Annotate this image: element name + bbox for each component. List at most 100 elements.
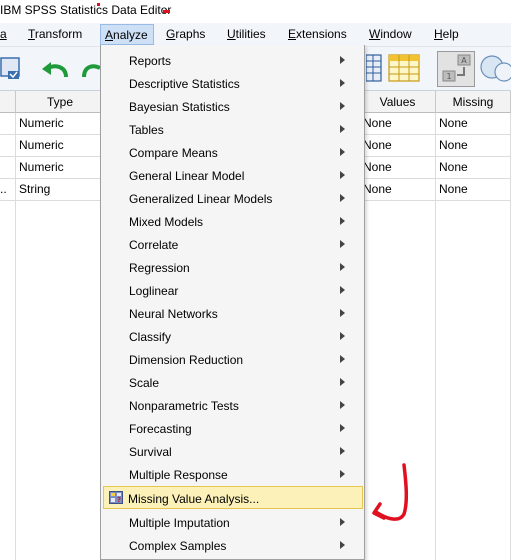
menu-item-nonparametric-tests[interactable]: Nonparametric Tests <box>103 394 363 417</box>
grid-icon[interactable] <box>365 53 382 86</box>
menu-item-label: Nonparametric Tests <box>129 399 239 413</box>
menu-item-label: General Linear Model <box>129 169 245 183</box>
menu-window[interactable]: Window <box>369 27 412 41</box>
redo-icon[interactable] <box>82 59 102 84</box>
menu-item-reports[interactable]: Reports <box>103 49 363 72</box>
svg-text:A: A <box>461 56 467 65</box>
menu-item-descriptive-statistics[interactable]: Descriptive Statistics <box>103 72 363 95</box>
missing-cell[interactable]: None <box>436 113 511 135</box>
analyze-dropdown-menu: Reports Descriptive Statistics Bayesian … <box>100 45 365 560</box>
menu-item-classify[interactable]: Classify <box>103 325 363 348</box>
submenu-arrow-icon <box>340 286 345 294</box>
submenu-arrow-icon <box>340 194 345 202</box>
values-cell[interactable]: None <box>360 113 436 135</box>
submenu-arrow-icon <box>340 263 345 271</box>
menu-item-label: Forecasting <box>129 422 192 436</box>
menu-extensions[interactable]: Extensions <box>288 27 347 41</box>
title-bar: IBM SPSS Statistics Data Editor <box>0 0 511 22</box>
data-editor-icon[interactable] <box>0 56 24 85</box>
menu-item-neural-networks[interactable]: Neural Networks <box>103 302 363 325</box>
menu-item-complex-samples[interactable]: Complex Samples <box>103 534 363 557</box>
circles-icon[interactable] <box>478 53 511 88</box>
values-cell[interactable]: None <box>360 157 436 179</box>
menu-item-loglinear[interactable]: Loglinear <box>103 279 363 302</box>
annotation-arrow-icon <box>372 463 409 521</box>
row-lead-cell[interactable] <box>0 157 16 179</box>
submenu-arrow-icon <box>340 56 345 64</box>
menu-item-general-linear-model[interactable]: General Linear Model <box>103 164 363 187</box>
menu-item-dimension-reduction[interactable]: Dimension Reduction <box>103 348 363 371</box>
menu-item-forecasting[interactable]: Forecasting <box>103 417 363 440</box>
submenu-arrow-icon <box>340 470 345 478</box>
menu-help[interactable]: Help <box>434 27 459 41</box>
values-cell[interactable]: None <box>360 179 436 201</box>
menu-item-label: Reports <box>129 54 172 68</box>
column-header-missing[interactable]: Missing <box>436 91 511 113</box>
row-lead-cell[interactable] <box>0 135 16 157</box>
menu-item-label: Multiple Response <box>129 468 228 482</box>
column-header-values[interactable]: Values <box>360 91 436 113</box>
svg-text:?: ? <box>117 496 121 504</box>
menu-item-label: Complex Samples <box>129 539 227 553</box>
svg-text:1: 1 <box>446 72 451 81</box>
submenu-arrow-icon <box>340 217 345 225</box>
menu-graphs[interactable]: Graphs <box>166 27 205 41</box>
menu-item-bayesian-statistics[interactable]: Bayesian Statistics <box>103 95 363 118</box>
submenu-arrow-icon <box>340 171 345 179</box>
annotation-dot <box>97 3 100 6</box>
value-labels-toggle-icon[interactable]: A 1 <box>437 51 475 90</box>
value-labels-icon[interactable] <box>388 53 420 86</box>
menu-item-label: Generalized Linear Models <box>129 192 273 206</box>
menu-item-label: Tables <box>129 123 164 137</box>
menu-data[interactable]: a <box>0 27 7 41</box>
submenu-arrow-icon <box>340 541 345 549</box>
submenu-arrow-icon <box>340 240 345 248</box>
menu-item-correlate[interactable]: Correlate <box>103 233 363 256</box>
menu-item-generalized-linear-models[interactable]: Generalized Linear Models <box>103 187 363 210</box>
menu-item-regression[interactable]: Regression <box>103 256 363 279</box>
menu-item-tables[interactable]: Tables <box>103 118 363 141</box>
menu-item-label: Classify <box>129 330 172 344</box>
menu-item-mixed-models[interactable]: Mixed Models <box>103 210 363 233</box>
menu-item-survival[interactable]: Survival <box>103 440 363 463</box>
menu-item-compare-means[interactable]: Compare Means <box>103 141 363 164</box>
column-header-type[interactable]: Type <box>16 91 105 113</box>
type-cell[interactable]: String <box>16 179 105 201</box>
type-cell[interactable]: Numeric <box>16 113 105 135</box>
values-cell[interactable]: None <box>360 135 436 157</box>
menu-item-label: Descriptive Statistics <box>129 77 240 91</box>
menu-item-label: Multiple Imputation <box>129 516 230 530</box>
menu-item-label: Survival <box>129 445 172 459</box>
missing-cell[interactable]: None <box>436 135 511 157</box>
menu-analyze[interactable]: Analyze <box>100 24 154 45</box>
submenu-arrow-icon <box>340 309 345 317</box>
missing-cell[interactable]: None <box>436 179 511 201</box>
menu-item-missing-value-analysis[interactable]: ? Missing Value Analysis... <box>103 486 363 509</box>
menu-item-multiple-response[interactable]: Multiple Response <box>103 463 363 486</box>
column-divider <box>15 113 16 560</box>
menu-item-label: Regression <box>129 261 190 275</box>
undo-icon[interactable] <box>40 59 70 84</box>
menu-item-label: Loglinear <box>129 284 179 298</box>
menu-item-scale[interactable]: Scale <box>103 371 363 394</box>
menu-transform[interactable]: Transform <box>28 27 82 41</box>
missing-cell[interactable]: None <box>436 157 511 179</box>
type-cell[interactable]: Numeric <box>16 135 105 157</box>
menu-item-label: Neural Networks <box>129 307 218 321</box>
row-lead-cell[interactable]: .. <box>0 179 16 201</box>
row-lead-cell[interactable] <box>0 113 16 135</box>
submenu-arrow-icon <box>340 148 345 156</box>
menu-item-multiple-imputation[interactable]: Multiple Imputation <box>103 511 363 534</box>
menu-item-label: Mixed Models <box>129 215 204 229</box>
menu-item-label: Bayesian Statistics <box>129 100 230 114</box>
menu-item-label: Dimension Reduction <box>129 353 244 367</box>
menu-item-label: Missing Value Analysis... <box>128 492 260 506</box>
annotation-dash <box>163 10 170 13</box>
type-cell[interactable]: Numeric <box>16 157 105 179</box>
submenu-arrow-icon <box>340 102 345 110</box>
menu-item-label: Correlate <box>129 238 179 252</box>
menu-utilities[interactable]: Utilities <box>227 27 266 41</box>
window-title: IBM SPSS Statistics Data Editor <box>0 3 172 17</box>
menu-item-label: Compare Means <box>129 146 218 160</box>
missing-value-analysis-icon: ? <box>109 491 123 504</box>
